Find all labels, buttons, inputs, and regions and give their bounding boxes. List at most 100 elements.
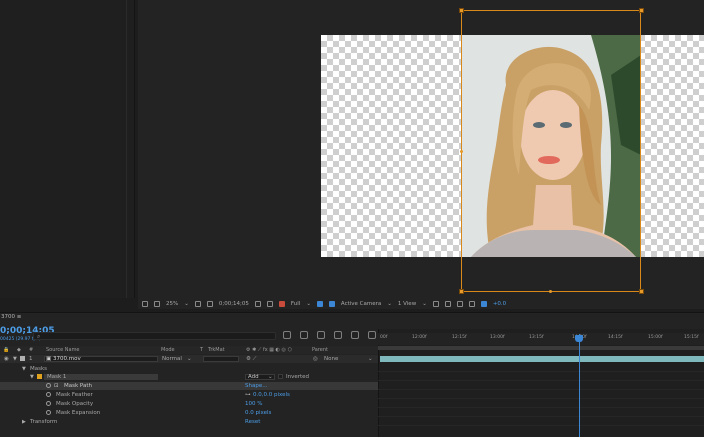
mask-expansion-row[interactable]: Mask Expansion 0.0 pixels	[0, 409, 378, 417]
always-preview-icon[interactable]	[142, 300, 148, 307]
mask-row[interactable]: ▼ Mask 1 Add ⌄ Inverted	[0, 373, 378, 381]
label-column-icon[interactable]: ◆	[17, 347, 21, 353]
tab-menu-icon[interactable]: ≡	[17, 314, 22, 320]
stopwatch-icon[interactable]	[46, 391, 51, 397]
region-of-interest-icon[interactable]	[316, 300, 323, 307]
mask-opacity-row[interactable]: Mask Opacity 100 %	[0, 400, 378, 408]
stopwatch-icon[interactable]	[46, 409, 51, 415]
layer-name[interactable]: 3700.mov	[53, 356, 81, 362]
parent-header[interactable]: Parent	[312, 347, 328, 353]
chevron-down-icon[interactable]: ⌄	[268, 374, 273, 380]
t-header[interactable]: T	[200, 347, 203, 353]
blend-mode-dropdown[interactable]: Normal	[162, 356, 182, 362]
monitor-icon[interactable]	[154, 300, 160, 307]
stopwatch-icon[interactable]	[46, 382, 51, 388]
mode-header[interactable]: Mode	[161, 347, 175, 353]
graph-icon[interactable]: ⊡	[54, 383, 59, 389]
trkmat-header[interactable]: TrkMat	[208, 347, 225, 353]
flowchart-icon[interactable]	[468, 300, 475, 307]
mask-expansion-value[interactable]: 0.0 pixels	[245, 410, 271, 416]
mask-mode-dropdown[interactable]: Add	[248, 374, 259, 380]
layer-search-input[interactable]: ⌕	[33, 332, 276, 340]
stopwatch-icon[interactable]	[46, 400, 51, 406]
handle-bottom-left[interactable]	[459, 289, 464, 294]
motion-blur-icon[interactable]	[351, 331, 359, 339]
mask-path-value[interactable]: Shape...	[245, 383, 267, 389]
expand-layer-toggle[interactable]: ▼	[13, 356, 17, 362]
handle-top-right[interactable]	[639, 8, 644, 13]
masks-group-row[interactable]: ▼ Masks	[0, 365, 378, 373]
layer-switches[interactable]: ⚙ ⟋	[246, 356, 257, 363]
playhead-line[interactable]	[579, 334, 580, 437]
parent-dropdown[interactable]: None	[324, 356, 338, 362]
view-layout-dropdown[interactable]: 1 View	[398, 301, 416, 307]
channel-icon[interactable]	[266, 300, 273, 307]
mask-feather-row[interactable]: Mask Feather ⊶ 0.0,0.0 pixels	[0, 391, 378, 399]
fast-previews-icon[interactable]	[444, 300, 451, 307]
color-channel-icon[interactable]	[278, 300, 285, 307]
zoom-dropdown[interactable]: 25%	[166, 301, 178, 307]
mask-expansion-label: Mask Expansion	[56, 409, 101, 416]
expand-mask-toggle[interactable]: ▼	[30, 374, 34, 380]
ruler-tick: 12:00f	[412, 335, 427, 340]
timeline-icon[interactable]	[456, 300, 463, 307]
track-row	[378, 409, 704, 417]
exposure-icon[interactable]	[480, 300, 487, 307]
visibility-icon[interactable]: ◉	[4, 356, 9, 362]
camera-snapshot-icon[interactable]	[254, 300, 261, 307]
label-color-swatch[interactable]	[20, 355, 25, 361]
mask-path-row[interactable]: ⊡ Mask Path Shape...	[0, 382, 378, 390]
transparency-grid-toggle-icon[interactable]	[328, 300, 335, 307]
mask-icon[interactable]	[206, 300, 213, 307]
composition-tab[interactable]: 3700 ≡	[0, 314, 21, 323]
draft-3d-icon[interactable]	[300, 331, 308, 339]
shy-layers-icon[interactable]	[317, 331, 325, 339]
mask-feather-value[interactable]: 0.0,0.0 pixels	[253, 392, 290, 398]
chevron-down-icon[interactable]: ⌄	[368, 356, 373, 362]
exposure-value[interactable]: +0.0	[493, 301, 506, 307]
panel-divider[interactable]	[126, 0, 127, 298]
resolution-dropdown[interactable]: Full	[291, 301, 300, 307]
graph-editor-icon[interactable]	[368, 331, 376, 339]
handle-top-left[interactable]	[459, 8, 464, 13]
number-column-icon[interactable]: #	[29, 347, 33, 353]
viewer-toolbar: 25% ⌄ 0;00;14;05 Full ⌄ Active Camera ⌄ …	[138, 298, 704, 309]
search-icon: ⌕	[37, 333, 41, 340]
constrain-proportions-icon[interactable]: ⊶	[245, 392, 251, 398]
viewer-timecode[interactable]: 0;00;14;05	[219, 301, 249, 307]
expand-transform-toggle[interactable]: ▶	[22, 419, 26, 425]
frame-blending-icon[interactable]	[334, 331, 342, 339]
handle-left-center[interactable]	[460, 150, 463, 153]
parent-pickwhip-icon[interactable]: ◎	[313, 356, 318, 362]
mask-inverted-label[interactable]: Inverted	[286, 374, 309, 380]
transform-row[interactable]: ▶ Transform Reset	[0, 418, 378, 426]
ruler-tick: 12:15f	[452, 335, 467, 340]
transform-reset-button[interactable]: Reset	[245, 419, 260, 425]
layer-duration-bar[interactable]	[380, 356, 704, 362]
chevron-down-icon[interactable]: ⌄	[187, 356, 192, 362]
pixel-aspect-icon[interactable]	[432, 300, 439, 307]
playhead-handle[interactable]	[575, 335, 583, 342]
source-name-header[interactable]: Source Name	[46, 347, 80, 353]
track-row	[378, 400, 704, 408]
lock-column-icon[interactable]: 🔒	[3, 347, 9, 353]
grid-icon[interactable]	[194, 300, 201, 307]
chevron-down-icon[interactable]: ⌄	[184, 301, 189, 307]
layer-bounding-box[interactable]	[461, 10, 641, 292]
handle-bottom-right[interactable]	[639, 289, 644, 294]
chevron-down-icon[interactable]: ⌄	[387, 301, 392, 307]
camera-dropdown[interactable]: Active Camera	[341, 301, 381, 307]
chevron-down-icon[interactable]: ⌄	[422, 301, 427, 307]
expand-masks-toggle[interactable]: ▼	[22, 366, 26, 372]
switches-header-icons[interactable]: ⚙ ✱ ⟋ fx ▦ ◐ ◎ ⬡	[246, 347, 292, 353]
project-panel	[0, 0, 135, 298]
layer-row[interactable]: ◉ ▼ 1 ▣ 3700.mov Normal ⌄ ⚙ ⟋ ◎ None ⌄	[0, 355, 378, 363]
chevron-down-icon[interactable]: ⌄	[306, 301, 311, 307]
mask-name[interactable]: Mask 1	[47, 374, 66, 380]
time-ruler[interactable]: 00f 12:00f 12:15f 13:00f 13:15f 14:00f 1…	[378, 333, 704, 345]
mask-color-swatch[interactable]	[37, 373, 42, 379]
work-area-bar[interactable]	[378, 346, 704, 350]
handle-bottom-center[interactable]	[549, 290, 552, 293]
mask-opacity-value[interactable]: 100 %	[245, 401, 262, 407]
comp-mini-flowchart-icon[interactable]	[283, 331, 291, 339]
